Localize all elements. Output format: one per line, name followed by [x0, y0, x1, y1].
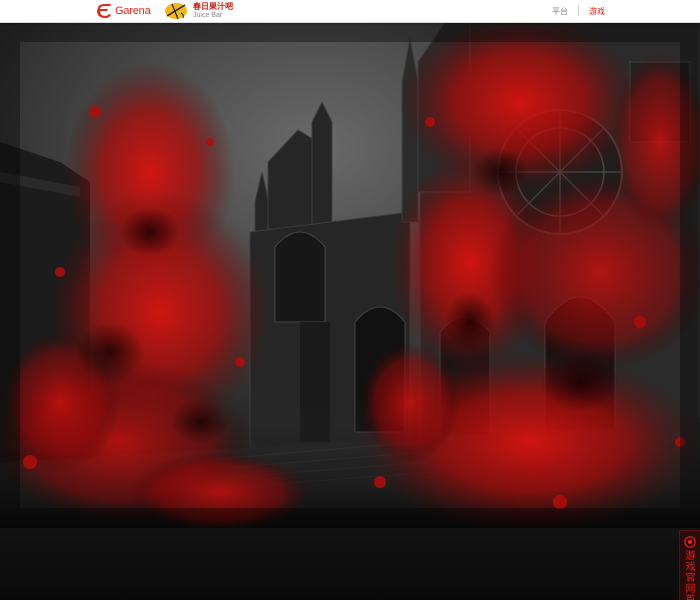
page: Garena 春日果汁吧 Juice Bar 平台 游戏 游戏官网 [0, 0, 700, 600]
juice-bar-text: 春日果汁吧 Juice Bar [193, 2, 233, 20]
garena-icon [97, 4, 111, 18]
juice-bar-en-label: Juice Bar [193, 12, 223, 19]
side-tab-label: 游戏官网首 [685, 551, 696, 600]
nav-link-platform[interactable]: 平台 [552, 6, 568, 17]
gothic-cathedral-artwork [0, 22, 700, 528]
garena-logo-link[interactable]: Garena [96, 3, 151, 19]
nav-divider [578, 5, 579, 16]
footer-dark-strip [0, 528, 700, 600]
hero-banner-image [0, 22, 700, 528]
top-navigation-bar: Garena 春日果汁吧 Juice Bar 平台 游戏 [0, 0, 700, 23]
juice-bar-cn-label: 春日果汁吧 [193, 2, 233, 11]
circle-logo-icon [684, 536, 696, 548]
juice-cup-icon [165, 3, 187, 20]
official-site-side-tab[interactable]: 游戏官网首 [679, 530, 700, 600]
nav-link-game[interactable]: 游戏 [589, 6, 605, 17]
garena-label: Garena [115, 5, 151, 17]
juice-bar-logo-link[interactable]: 春日果汁吧 Juice Bar [164, 1, 233, 21]
